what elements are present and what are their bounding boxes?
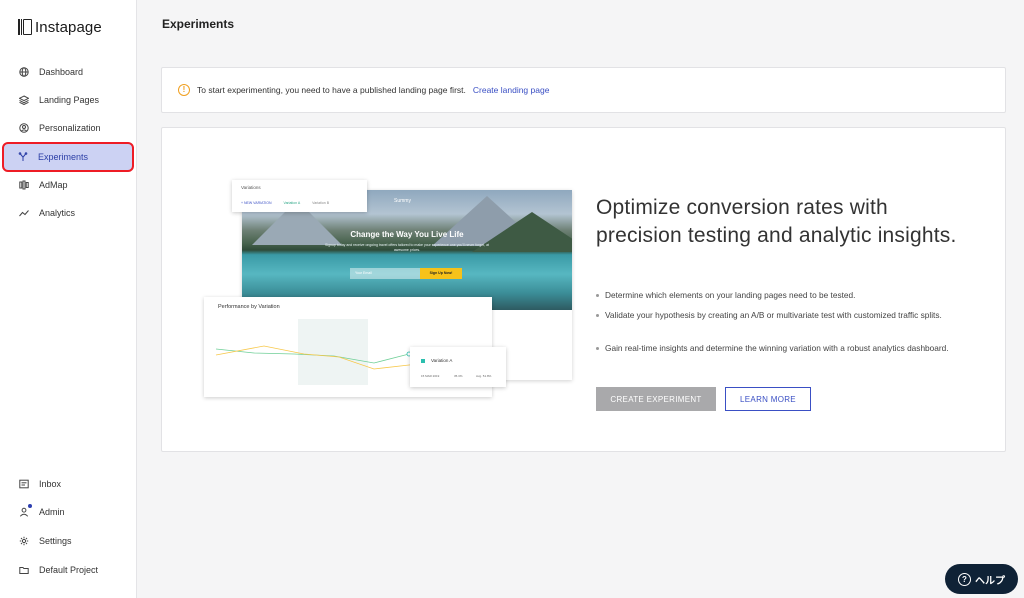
instapage-logo-icon [18, 19, 32, 35]
variation-a-label: Variation A [283, 201, 301, 205]
experiments-empty-card: Summy Change the Way You Live Life Signu… [161, 127, 1006, 452]
new-variation-label: + NEW VARIATION [241, 201, 272, 205]
notification-dot [28, 504, 32, 508]
learn-more-button[interactable]: LEARN MORE [725, 387, 811, 411]
variation-b-label: Variation B [312, 201, 330, 205]
tooltip-average: Avg. 51.8% [476, 374, 492, 378]
performance-title: Performance by Variation [218, 304, 280, 310]
alert-text: To start experimenting, you need to have… [197, 85, 466, 95]
create-landing-page-link[interactable]: Create landing page [473, 85, 550, 95]
tooltip-color-swatch [421, 359, 425, 363]
sidebar-item-personalization[interactable]: Personalization [0, 114, 137, 142]
globe-icon [19, 67, 29, 77]
sidebar-item-default-project[interactable]: Default Project [0, 556, 137, 584]
sidebar-item-label: Analytics [39, 208, 76, 218]
variations-panel: Variations + NEW VARIATION Variation A V… [232, 180, 367, 212]
experiment-illustration: Summy Change the Way You Live Life Signu… [204, 180, 574, 400]
sidebar-item-label: Admin [39, 507, 65, 517]
folder-icon [19, 567, 29, 574]
warning-icon: ! [178, 84, 190, 96]
create-experiment-button[interactable]: CREATE EXPERIMENT [596, 387, 716, 411]
sidebar-item-label: AdMap [39, 180, 68, 190]
sidebar-item-label: Settings [39, 536, 72, 546]
lp-signup-button: Sign Up Now! [420, 268, 462, 279]
sidebar-item-inbox[interactable]: Inbox [0, 470, 137, 498]
hero-copy: Optimize conversion rates with precision… [596, 194, 976, 353]
variations-title: Variations [241, 185, 261, 190]
sidebar-item-admap[interactable]: AdMap [0, 171, 137, 199]
admap-icon [19, 180, 29, 190]
bullet-item: Determine which elements on your landing… [596, 289, 974, 302]
question-icon: ? [958, 572, 971, 586]
tooltip-date: 15 MAR 2019 [421, 374, 440, 378]
inbox-icon [19, 479, 29, 489]
tooltip-value: 35.3% [454, 374, 463, 378]
sidebar-item-label: Experiments [38, 152, 89, 162]
gear-icon [19, 536, 29, 546]
sidebar-item-landing-pages[interactable]: Landing Pages [0, 86, 137, 114]
variation-tooltip: Variation A 15 MAR 2019 35.3% Avg. 51.8% [410, 347, 506, 387]
bullet-item: Gain real-time insights and determine th… [596, 342, 974, 355]
layers-icon [19, 95, 29, 105]
sidebar-item-label: Default Project [39, 565, 99, 575]
sidebar-item-admin[interactable]: Admin [0, 498, 137, 526]
help-label: ヘルプ [975, 575, 1005, 587]
lp-headline: Change the Way You Live Life [350, 230, 464, 239]
page-title: Experiments [162, 17, 235, 31]
alert-banner: ! To start experimenting, you need to ha… [161, 67, 1006, 113]
lp-email-input: Your Email [350, 268, 420, 279]
sidebar-item-analytics[interactable]: Analytics [0, 199, 137, 227]
sidebar-item-dashboard[interactable]: Dashboard [0, 58, 137, 86]
user-icon [19, 507, 29, 517]
sidebar-item-label: Landing Pages [39, 95, 100, 105]
sidebar-item-label: Personalization [39, 123, 101, 133]
logo-text: Instapage [35, 18, 102, 36]
tooltip-label: Variation A [431, 358, 453, 363]
sidebar-item-label: Inbox [39, 479, 62, 489]
bullet-item: Validate your hypothesis by creating an … [596, 309, 974, 322]
sidebar-item-experiments[interactable]: Experiments [2, 142, 134, 172]
user-circle-icon [19, 123, 29, 133]
hero-headline: Optimize conversion rates with precision… [596, 196, 957, 247]
help-button[interactable]: ? ヘルプ [945, 564, 1018, 594]
lp-subtext: Signup today and receive ongoing travel … [324, 243, 490, 252]
sidebar-item-label: Dashboard [39, 67, 84, 77]
trend-icon [19, 210, 29, 217]
instapage-logo[interactable]: Instapage [18, 17, 102, 37]
branch-icon [18, 152, 28, 161]
sidebar-item-settings[interactable]: Settings [0, 527, 137, 555]
sidebar: Instapage Dashboard Landing Pages Person… [0, 0, 137, 598]
lp-logo: Summy [394, 198, 411, 204]
